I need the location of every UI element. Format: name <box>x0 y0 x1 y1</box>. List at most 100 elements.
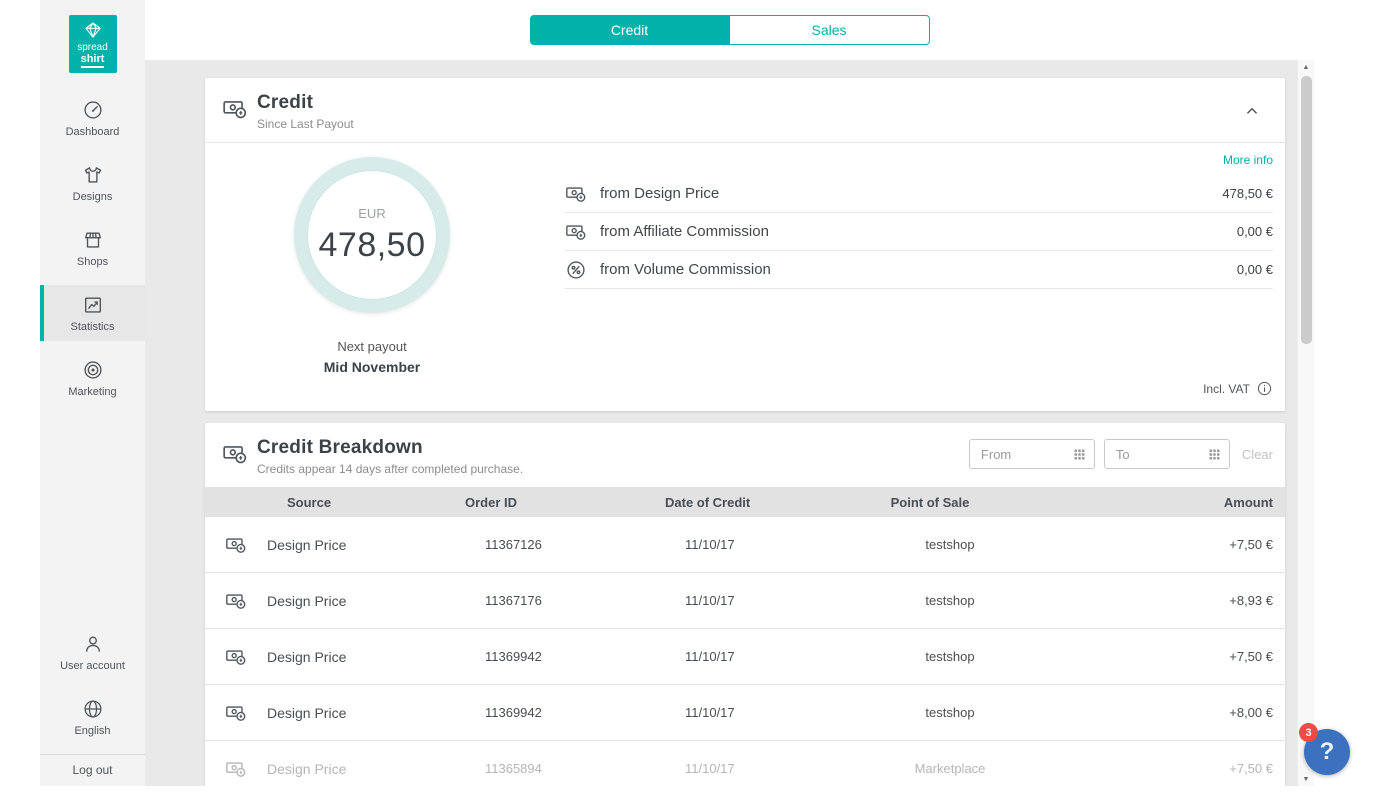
target-icon <box>82 359 104 381</box>
cell-date: 11/10/17 <box>685 537 865 552</box>
credit-panel-subtitle: Since Last Payout <box>257 117 1239 131</box>
scroll-up-arrow[interactable]: ▲ <box>1298 60 1314 74</box>
spreadshirt-logo[interactable]: spread shirt <box>69 15 117 73</box>
cell-amount: +7,50 € <box>1035 761 1285 776</box>
cell-point-of-sale: testshop <box>865 537 1035 552</box>
more-info-link[interactable]: More info <box>1223 153 1273 167</box>
sidebar: spread shirt Dashboard Designs Shops Sta… <box>40 0 145 786</box>
next-payout-value: Mid November <box>324 359 420 375</box>
cell-date: 11/10/17 <box>685 593 865 608</box>
banknote-coin-icon <box>205 646 267 668</box>
date-from-input[interactable] <box>979 446 1071 463</box>
cell-source: Design Price <box>267 537 485 553</box>
table-row: Design Price 11369942 11/10/17 testshop … <box>205 629 1285 685</box>
tab-credit[interactable]: Credit <box>530 15 730 45</box>
sidebar-item-shops[interactable]: Shops <box>40 220 145 276</box>
collapse-panel-button[interactable] <box>1239 98 1265 124</box>
logout-button[interactable]: Log out <box>40 754 145 786</box>
header-order-id: Order ID <box>465 495 665 510</box>
cell-order-id: 11367126 <box>485 537 685 552</box>
sidebar-item-marketing[interactable]: Marketing <box>40 350 145 406</box>
header-source: Source <box>267 495 465 510</box>
calendar-grid-icon[interactable] <box>1072 447 1087 462</box>
cell-source: Design Price <box>267 705 485 721</box>
cell-amount: +7,50 € <box>1035 649 1285 664</box>
vat-note: Incl. VAT <box>1203 380 1273 397</box>
credit-gauge: EUR 478,50 <box>294 157 450 313</box>
sidebar-item-label: Dashboard <box>66 126 120 138</box>
credit-gauge-column: EUR 478,50 Next payout Mid November <box>205 143 539 411</box>
sidebar-item-language[interactable]: English <box>40 689 145 745</box>
table-row: Design Price 11369942 11/10/17 testshop … <box>205 685 1285 741</box>
scroll-down-arrow[interactable]: ▼ <box>1298 772 1314 786</box>
cell-order-id: 11369942 <box>485 649 685 664</box>
credit-panel: Credit Since Last Payout EUR 478,50 Next… <box>205 78 1285 411</box>
cell-amount: +7,50 € <box>1035 537 1285 552</box>
cell-order-id: 11367176 <box>485 593 685 608</box>
cell-date: 11/10/17 <box>685 649 865 664</box>
clear-filters-button[interactable]: Clear <box>1242 447 1273 462</box>
sidebar-item-label: Marketing <box>68 386 116 398</box>
sidebar-item-designs[interactable]: Designs <box>40 155 145 211</box>
table-row: Design Price 11365894 11/10/17 Marketpla… <box>205 741 1285 786</box>
topbar: Credit Sales <box>145 0 1314 60</box>
banknote-coin-icon <box>565 183 587 205</box>
sidebar-item-label: Shops <box>77 256 108 268</box>
gauge-currency: EUR <box>358 206 385 221</box>
vat-label: Incl. VAT <box>1203 382 1250 396</box>
statistics-icon <box>82 294 104 316</box>
sidebar-item-dashboard[interactable]: Dashboard <box>40 90 145 146</box>
cell-point-of-sale: Marketplace <box>865 761 1035 776</box>
cell-point-of-sale: testshop <box>865 649 1035 664</box>
banknote-coin-icon <box>205 534 267 556</box>
header-point-of-sale: Point of Sale <box>845 495 1015 510</box>
sidebar-item-label: English <box>74 725 110 737</box>
cell-source: Design Price <box>267 649 485 665</box>
credit-source-amount: 478,50 € <box>1222 186 1273 201</box>
date-filters: Clear <box>960 439 1273 469</box>
breakdown-subtitle: Credits appear 14 days after completed p… <box>257 462 960 476</box>
logo-text-shirt: shirt <box>81 53 105 68</box>
banknote-coin-icon <box>205 590 267 612</box>
table-row: Design Price 11367126 11/10/17 testshop … <box>205 517 1285 573</box>
notification-badge: 3 <box>1299 723 1318 742</box>
percent-circle-icon <box>565 259 587 281</box>
banknote-coin-icon <box>222 92 248 122</box>
credit-breakdown-panel: Credit Breakdown Credits appear 14 days … <box>205 423 1285 786</box>
header-date: Date of Credit <box>665 495 845 510</box>
globe-icon <box>82 698 104 720</box>
sidebar-item-statistics[interactable]: Statistics <box>40 285 145 341</box>
diamond-icon <box>83 20 103 40</box>
shop-icon <box>82 229 104 251</box>
sidebar-item-user-account[interactable]: User account <box>40 624 145 680</box>
banknote-coin-icon <box>565 221 587 243</box>
credit-source-label: from Design Price <box>600 185 1222 202</box>
tab-sales[interactable]: Sales <box>730 15 930 45</box>
breakdown-table: Source Order ID Date of Credit Point of … <box>205 487 1285 786</box>
vertical-scrollbar[interactable]: ▲ ▼ <box>1297 60 1314 786</box>
breakdown-header: Credit Breakdown Credits appear 14 days … <box>205 423 1285 487</box>
scrollbar-thumb[interactable] <box>1301 76 1312 344</box>
credit-source-row: from Design Price 478,50 € <box>565 175 1273 213</box>
date-from-field[interactable] <box>969 439 1095 469</box>
user-icon <box>82 633 104 655</box>
credit-panel-titles: Credit Since Last Payout <box>257 92 1239 131</box>
cell-source: Design Price <box>267 761 485 777</box>
credit-source-amount: 0,00 € <box>1237 262 1273 277</box>
cell-amount: +8,00 € <box>1035 705 1285 720</box>
credit-source-label: from Volume Commission <box>600 261 1237 278</box>
main-area: Credit Sales Credit Since Last Payout <box>145 0 1314 786</box>
question-mark-icon: ? <box>1320 738 1335 766</box>
credit-source-label: from Affiliate Commission <box>600 223 1237 240</box>
tshirt-icon <box>82 164 104 186</box>
info-icon[interactable] <box>1256 380 1273 397</box>
help-button[interactable]: ? 3 <box>1304 729 1350 775</box>
date-to-field[interactable] <box>1104 439 1230 469</box>
banknote-coin-icon <box>205 702 267 724</box>
date-to-input[interactable] <box>1114 446 1206 463</box>
cell-date: 11/10/17 <box>685 705 865 720</box>
credit-panel-header: Credit Since Last Payout <box>205 78 1285 143</box>
calendar-grid-icon[interactable] <box>1207 447 1222 462</box>
breakdown-titles: Credit Breakdown Credits appear 14 days … <box>257 437 960 476</box>
chevron-up-icon <box>1243 102 1261 120</box>
